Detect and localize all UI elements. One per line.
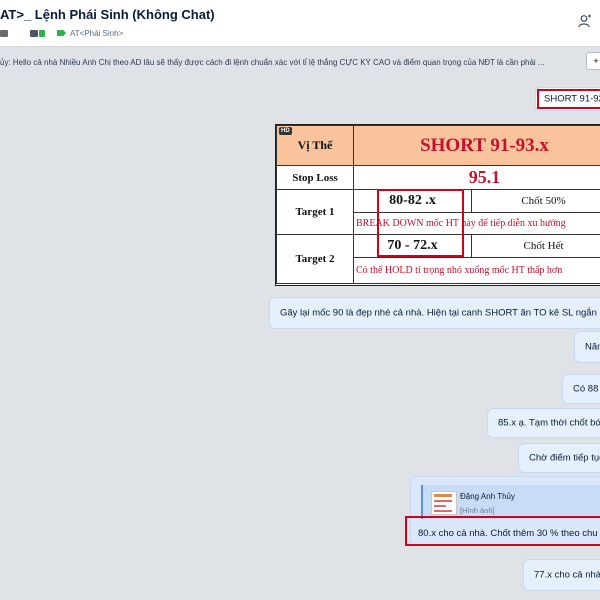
message-bubble[interactable]: Gãy lại mốc 90 là đẹp nhé cả nhà. Hiện t… bbox=[269, 297, 600, 329]
message-text: 85.x ạ. Tạm thời chốt bớt bbox=[498, 417, 600, 429]
target1-highlight-box bbox=[377, 189, 464, 257]
message-bubble[interactable]: 77.x cho cả nhà bbox=[523, 559, 600, 591]
message-text: Chờ điểm tiếp tục bbox=[529, 452, 600, 464]
chat-header: AT>_ Lệnh Phái Sinh (Không Chat) AT<Phái… bbox=[0, 0, 600, 47]
quoted-message[interactable]: Đặng Anh Thủy [Hình ảnh] bbox=[421, 485, 600, 519]
image-thumbnail-icon bbox=[431, 491, 457, 515]
chat-tag[interactable]: AT<Phái Sinh> bbox=[70, 29, 123, 38]
chat-title[interactable]: AT>_ Lệnh Phái Sinh (Không Chat) bbox=[0, 7, 215, 22]
target2-note: Có thể HOLD tỉ trọng nhỏ xuống mốc HT th… bbox=[353, 257, 600, 284]
signal-card-image[interactable]: Vị Thế SHORT 91-93.x Stop Loss 95.1 Targ… bbox=[275, 124, 600, 286]
message-text: Năm bbox=[585, 341, 600, 353]
stoploss-label: Stop Loss bbox=[276, 165, 354, 190]
message-bubble[interactable]: Năm bbox=[574, 331, 600, 363]
pinned-message[interactable]: ủy: Hello cả nhà Nhiều Anh Chị theo AD l… bbox=[0, 58, 584, 67]
target1-action: Chốt 50% bbox=[471, 189, 600, 213]
target2-action: Chốt Hết bbox=[471, 234, 600, 258]
quoted-type: [Hình ảnh] bbox=[460, 506, 495, 515]
member-avatar-icon bbox=[0, 29, 8, 37]
message-text: 77.x cho cả nhà bbox=[534, 569, 600, 581]
message-bubble[interactable]: 85.x ạ. Tạm thời chốt bớt bbox=[487, 408, 600, 438]
target2-label: Target 2 bbox=[276, 234, 354, 284]
quoted-sender: Đặng Anh Thủy bbox=[460, 492, 516, 501]
message-text: Có 88 bbox=[573, 383, 599, 395]
target1-label: Target 1 bbox=[276, 189, 354, 235]
stoploss-value: 95.1 bbox=[353, 165, 600, 190]
highlight-box bbox=[405, 516, 600, 546]
message-bubble[interactable]: Chờ điểm tiếp tục bbox=[518, 443, 600, 473]
highlight-box bbox=[537, 89, 600, 109]
member-avatar-icon bbox=[30, 29, 38, 37]
expand-pinned-button[interactable]: + bbox=[586, 52, 600, 70]
status-dot-icon bbox=[39, 29, 45, 37]
add-member-icon[interactable] bbox=[578, 14, 592, 28]
position-value: SHORT 91-93.x bbox=[353, 125, 600, 166]
chat-meta: AT<Phái Sinh> bbox=[0, 26, 123, 40]
message-text: Gãy lại mốc 90 là đẹp nhé cả nhà. Hiện t… bbox=[280, 307, 600, 319]
message-bubble[interactable]: Có 88 bbox=[562, 374, 600, 404]
hd-badge: HD bbox=[279, 127, 292, 135]
label-tag-icon bbox=[57, 30, 66, 36]
